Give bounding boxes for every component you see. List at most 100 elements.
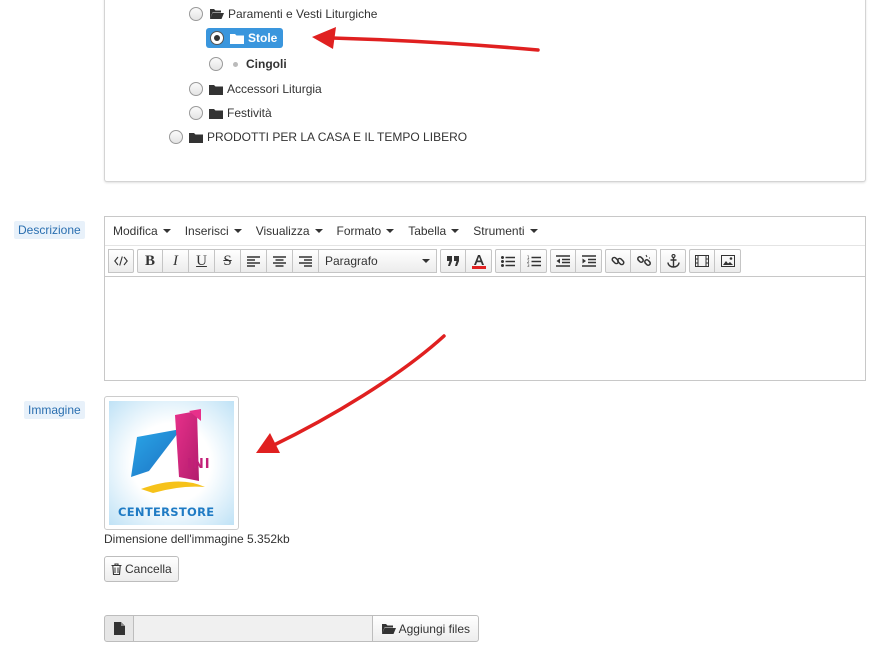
insert-link-button[interactable] [605,249,631,273]
menu-label: Strumenti [473,224,525,238]
tree-node-accessori[interactable]: Accessori Liturgia [189,78,322,100]
underline-button[interactable]: U [189,249,215,273]
tree-node-cingoli[interactable]: Cingoli [209,53,287,75]
unlink-icon [636,254,651,266]
remove-link-button[interactable] [631,249,657,273]
folder-icon [189,132,203,143]
strikethrough-button[interactable]: S [215,249,241,273]
menu-label: Tabella [408,224,447,238]
category-tree: Paramenti e Vesti Liturgiche Stole Cingo… [104,0,866,182]
file-upload-group: Aggiungi files [104,615,479,642]
tree-label: PRODOTTI PER LA CASA E IL TEMPO LIBERO [207,130,468,144]
editor-toolbar: B I U S Paragrafo 1 2 3 [105,246,865,277]
menu-strumenti[interactable]: Strumenti [473,224,538,238]
align-center-button[interactable] [267,249,293,273]
radio-paramenti[interactable] [189,7,203,21]
film-icon [695,255,709,267]
insert-video-button[interactable] [689,249,715,273]
logo-text: CENTERSTORE [118,505,215,519]
source-code-button[interactable] [108,249,134,273]
caret-down-icon [233,229,242,233]
image-size-text: Dimensione dell'immagine 5.352kb [104,532,290,546]
menu-label: Formato [336,224,382,238]
menu-label: Modifica [113,224,158,238]
align-right-icon [299,255,312,267]
tree-label: Paramenti e Vesti Liturgiche [228,7,378,21]
caret-down-icon [386,229,395,233]
image-icon [720,255,735,267]
menu-visualizza[interactable]: Visualizza [256,224,323,238]
tree-label: Cingoli [246,57,287,71]
caret-down-icon [314,229,323,233]
radio-cingoli[interactable] [209,57,223,71]
quote-icon [446,256,459,266]
folder-icon [209,84,223,95]
tree-label: Festività [227,106,272,120]
caret-down-icon [422,259,430,263]
caret-down-icon [529,229,538,233]
menu-formato[interactable]: Formato [337,224,395,238]
leaf-dot-icon [233,61,238,67]
delete-label: Cancella [125,562,172,576]
menu-label: Inserisci [184,224,229,238]
anchor-button[interactable] [660,249,686,273]
text-color-button[interactable] [466,249,492,273]
outdent-button[interactable] [550,249,576,273]
bullet-list-icon [501,255,515,267]
radio-accessori[interactable] [189,82,203,96]
radio-stole[interactable] [210,31,224,45]
add-files-button[interactable]: Aggiungi files [371,615,479,642]
file-icon [104,615,134,642]
italic-button[interactable]: I [163,249,189,273]
image-label: Immagine [24,401,85,419]
tree-node-stole[interactable]: Stole [206,27,284,49]
format-value: Paragrafo [325,254,378,268]
anchor-icon [666,254,680,268]
folder-open-icon [209,8,224,20]
caret-down-icon [162,229,171,233]
add-files-label: Aggiungi files [398,621,470,636]
selected-node[interactable]: Stole [206,28,284,48]
radio-prodotti[interactable] [169,130,183,144]
caret-down-icon [451,229,460,233]
folder-icon [209,108,223,119]
code-icon [114,256,128,266]
bold-button[interactable]: B [137,249,163,273]
menu-label: Visualizza [255,224,310,238]
editor-content-area[interactable] [105,277,865,380]
align-left-icon [247,255,260,267]
folder-icon [230,33,244,44]
format-select[interactable]: Paragrafo [319,249,437,273]
text-color-icon [471,254,486,269]
outdent-icon [556,255,570,267]
image-thumbnail: INI CENTERSTORE [104,396,239,530]
insert-image-button[interactable] [715,249,741,273]
logo-image: INI CENTERSTORE [109,401,234,525]
editor-menubar: Modifica Inserisci Visualizza Formato Ta… [105,217,865,246]
trash-icon [111,563,122,575]
indent-icon [581,255,596,267]
rich-text-editor: Modifica Inserisci Visualizza Formato Ta… [104,216,866,381]
link-icon [611,256,625,266]
align-right-button[interactable] [293,249,319,273]
align-center-icon [273,255,286,267]
delete-image-button[interactable]: Cancella [104,556,179,582]
menu-tabella[interactable]: Tabella [408,224,460,238]
description-label: Descrizione [14,221,85,239]
menu-modifica[interactable]: Modifica [113,224,171,238]
bullet-list-button[interactable] [495,249,521,273]
blockquote-button[interactable] [440,249,466,273]
align-left-button[interactable] [241,249,267,273]
numbered-list-button[interactable]: 123 [521,249,547,273]
tree-node-festivita[interactable]: Festività [189,102,272,124]
tree-node-paramenti[interactable]: Paramenti e Vesti Liturgiche [189,3,377,25]
file-name-input[interactable] [134,615,372,642]
numbered-list-icon: 123 [527,255,541,267]
logo-letters: INI [187,457,211,472]
indent-button[interactable] [576,249,602,273]
tree-node-prodotti[interactable]: PRODOTTI PER LA CASA E IL TEMPO LIBERO [169,126,467,148]
tree-label: Accessori Liturgia [227,82,322,96]
menu-inserisci[interactable]: Inserisci [185,224,242,238]
tree-label: Stole [248,31,278,45]
radio-festivita[interactable] [189,106,203,120]
